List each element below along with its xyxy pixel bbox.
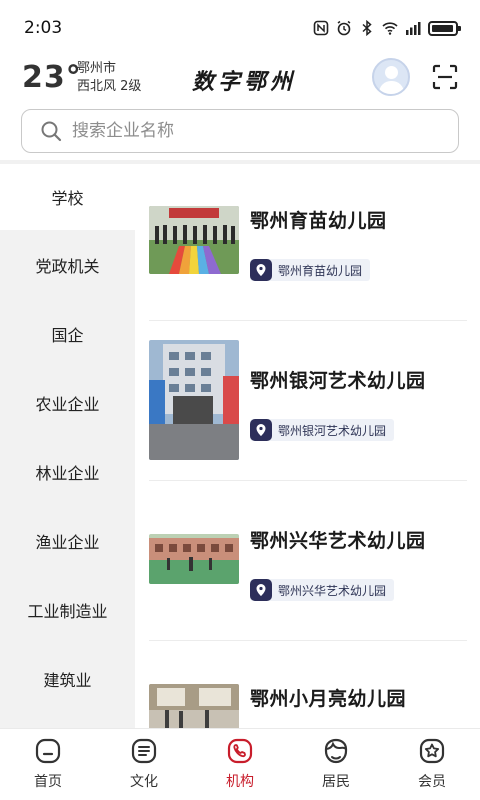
nav-label: 机构 [226,774,254,790]
organization-list: 鄂州育苗幼儿园 鄂州育苗幼儿园 鄂州银河艺术幼儿园 鄂州银河艺术幼儿园 鄂州兴华… [135,164,480,728]
bottom-navigation: 首页 文化 机构 居民 会员 [0,728,480,800]
location-tag[interactable]: 鄂州银河艺术幼儿园 [250,419,395,441]
status-icons [313,20,461,36]
location-tag-text: 鄂州育苗幼儿园 [278,263,363,278]
category-item-forestry[interactable]: 林业企业 [0,437,135,506]
list-item[interactable]: 鄂州兴华艺术幼儿园 鄂州兴华艺术幼儿园 [135,484,480,644]
nav-label: 会员 [418,774,446,790]
home-icon [35,738,61,764]
organization-photo [149,206,239,274]
city-label: 鄂州市 [77,61,117,76]
organization-icon [227,738,253,764]
app-logo-title: 数字鄂州 [192,69,297,95]
alarm-icon [337,20,351,36]
organization-photo [149,340,239,460]
search-icon [41,121,62,142]
nav-item-member[interactable]: 会员 [384,729,480,800]
nav-item-culture[interactable]: 文化 [96,729,192,800]
category-item-fishery[interactable]: 渔业企业 [0,506,135,575]
battery-icon [428,20,461,36]
category-item-manufacturing[interactable]: 工业制造业 [0,575,135,644]
divider [149,320,467,321]
category-sidebar: 学校 党政机关 国企 农业企业 林业企业 渔业企业 工业制造业 建筑业 [0,164,135,728]
location-tag-text: 鄂州银河艺术幼儿园 [278,423,387,438]
category-label: 林业企业 [35,463,100,483]
search-input[interactable] [72,121,432,141]
nav-label: 首页 [34,774,62,790]
category-item-school[interactable]: 学校 [0,164,135,230]
signal-icon [406,22,421,35]
bluetooth-icon [362,20,372,36]
category-label: 渔业企业 [35,532,100,552]
divider [149,640,467,641]
location-pin-icon [250,419,272,441]
category-item-government[interactable]: 党政机关 [0,230,135,299]
nav-item-residents[interactable]: 居民 [288,729,384,800]
status-time: 2:03 [24,18,63,38]
category-label: 农业企业 [35,394,100,414]
location-pin-icon [250,259,272,281]
divider [149,480,467,481]
organization-photo [149,534,239,584]
nav-label: 文化 [130,774,158,790]
location-tag[interactable]: 鄂州兴华艺术幼儿园 [250,579,395,601]
nav-item-organization[interactable]: 机构 [192,729,288,800]
status-bar: 2:03 [0,0,480,56]
location-tag[interactable]: 鄂州育苗幼儿园 [250,259,371,281]
list-item[interactable]: 鄂州银河艺术幼儿园 鄂州银河艺术幼儿园 [135,324,480,484]
category-item-agriculture[interactable]: 农业企业 [0,368,135,437]
organization-name: 鄂州银河艺术幼儿园 [250,370,426,392]
header: 23° 鄂州市 西北风 2级 数字鄂州 [0,56,480,106]
nav-item-home[interactable]: 首页 [0,729,96,800]
wind-label: 西北风 2级 [77,79,142,94]
residents-icon [324,738,348,764]
search-bar[interactable] [21,109,459,153]
scan-icon[interactable] [432,64,458,90]
category-label: 建筑业 [43,670,92,690]
category-label: 学校 [51,189,84,208]
organization-name: 鄂州育苗幼儿园 [250,210,387,232]
culture-icon [131,738,157,764]
category-item-state-owned[interactable]: 国企 [0,299,135,368]
list-item[interactable]: 鄂州育苗幼儿园 鄂州育苗幼儿园 [135,164,480,324]
organization-photo [149,684,239,728]
temperature: 23° [22,60,82,95]
category-label: 工业制造业 [27,601,108,621]
member-icon [419,738,445,764]
organization-name: 鄂州小月亮幼儿园 [250,688,407,710]
location-pin-icon [250,579,272,601]
nfc-icon [313,20,329,36]
location-tag-text: 鄂州兴华艺术幼儿园 [278,583,387,598]
list-item[interactable]: 鄂州小月亮幼儿园 [135,644,480,728]
weather-info: 鄂州市 西北风 2级 [77,60,141,96]
organization-name: 鄂州兴华艺术幼儿园 [250,530,426,552]
wifi-icon [382,22,398,35]
category-label: 国企 [51,325,84,345]
category-item-construction[interactable]: 建筑业 [0,644,135,713]
nav-label: 居民 [322,774,350,790]
avatar[interactable] [372,58,410,96]
category-label: 党政机关 [35,256,100,276]
